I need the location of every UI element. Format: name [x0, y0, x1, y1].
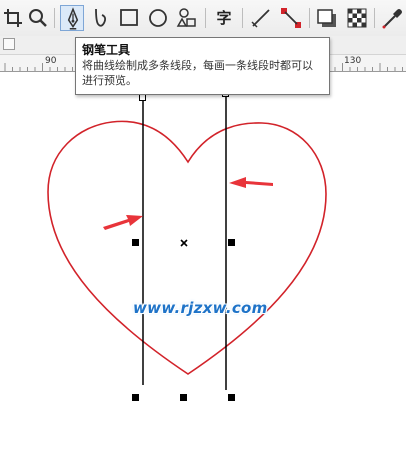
selection-handle[interactable]	[228, 394, 235, 401]
toolbar-separator	[242, 8, 243, 28]
ruler-label: 130	[344, 56, 362, 66]
toolbar-separator	[205, 8, 206, 28]
selection-handle[interactable]	[228, 239, 235, 246]
text-icon: 字	[216, 9, 232, 27]
zoom-icon	[29, 9, 47, 27]
ellipse-icon	[149, 9, 167, 27]
text-tool-button[interactable]: 字	[212, 5, 236, 31]
drawing-surface	[47, 90, 327, 401]
watermark-text: www.rjzxw.com	[133, 299, 268, 317]
bspline-tool-button[interactable]	[88, 5, 112, 31]
drop-shadow-icon	[317, 9, 336, 27]
tooltip-body: 将曲线绘制成多条线段，每画一条线段时都可以进行预览。	[82, 59, 313, 87]
pen-tool-icon	[67, 7, 79, 30]
ellipse-tool-button[interactable]	[146, 5, 170, 31]
transparency-tool-button[interactable]	[345, 5, 369, 31]
line-icon	[251, 9, 270, 28]
toolbar-separator	[374, 8, 375, 28]
rectangle-icon	[120, 9, 138, 26]
toolbar-separator	[54, 8, 55, 28]
transparency-icon	[347, 8, 367, 28]
eyedropper-tool-button[interactable]	[380, 5, 404, 31]
connector-tool-button[interactable]	[279, 5, 303, 31]
pen-tool-button[interactable]	[60, 5, 84, 31]
crop-tool-button[interactable]	[2, 5, 26, 31]
drop-shadow-tool-button[interactable]	[315, 5, 339, 31]
center-mark	[180, 239, 188, 247]
selection-handle[interactable]	[180, 394, 187, 401]
crop-icon	[4, 9, 22, 27]
drawing-canvas[interactable]	[0, 72, 406, 467]
toolbox: 字	[0, 0, 406, 37]
connector-icon	[281, 8, 301, 28]
tooltip-title: 钢笔工具	[82, 43, 131, 57]
ruler-label: 90	[45, 56, 57, 66]
pen-tool-tooltip: 钢笔工具 将曲线绘制成多条线段，每画一条线段时都可以进行预览。	[75, 37, 330, 95]
red-arrow-left	[103, 215, 143, 230]
selection-handle[interactable]	[132, 394, 139, 401]
selection-handle[interactable]	[132, 239, 139, 246]
rectangle-tool-button[interactable]	[117, 5, 141, 31]
heart-shape[interactable]	[47, 120, 327, 375]
zoom-tool-button[interactable]	[26, 5, 50, 31]
polygon-tool-button[interactable]	[175, 5, 199, 31]
toolbar-separator	[309, 8, 310, 28]
property-bar-button[interactable]	[3, 38, 15, 50]
eyedropper-icon	[382, 9, 402, 29]
red-arrow-right	[229, 177, 273, 188]
node-handle[interactable]	[139, 94, 146, 101]
polygon-icon	[176, 8, 196, 27]
bspline-icon	[95, 8, 107, 27]
dimension-tool-button[interactable]	[249, 5, 273, 31]
